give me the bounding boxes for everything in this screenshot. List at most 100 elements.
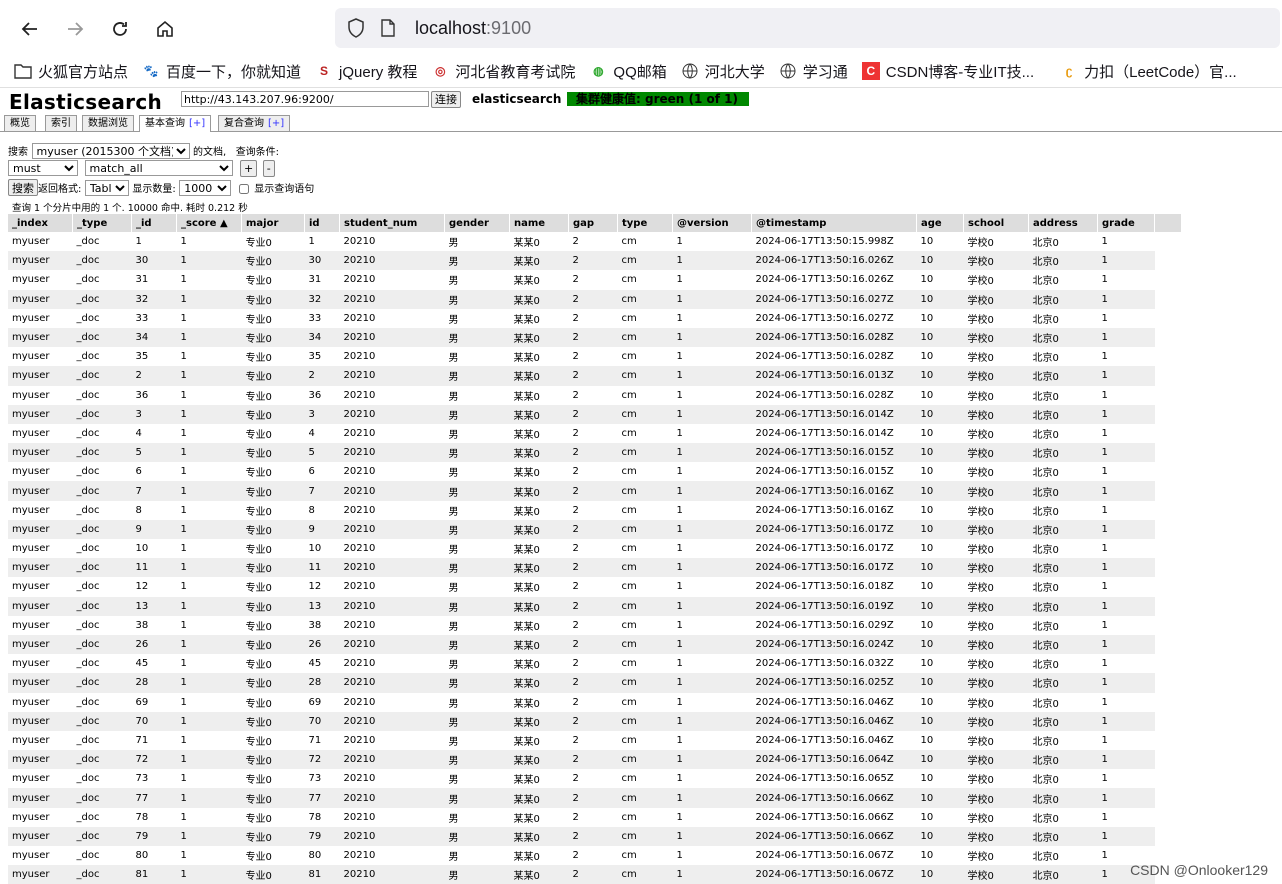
table-cell: 81 xyxy=(131,865,177,884)
table-row[interactable]: myuser _doc 73 1 专业0 73 20210 男 某某0 2 cm 1 2024-06-1… xyxy=(8,769,1182,788)
table-row[interactable]: myuser _doc 11 1 专业0 11 20210 男某某0 2 cm 1 2024-06-1… xyxy=(8,558,1182,578)
search-button[interactable]: 搜索 xyxy=(8,179,38,196)
table-row[interactable]: myuser _doc 35 1 专业0 35 20210 男 某某0 2 cm 1 2024-06-1… xyxy=(8,347,1182,366)
column-header[interactable]: gap xyxy=(568,214,618,232)
tab-1[interactable]: 索引 xyxy=(45,115,77,131)
table-row[interactable]: myuser _doc 79 1 专业0 79 20210 男某某0 2 cm 1 2024-06-1… xyxy=(8,826,1182,846)
table-row[interactable]: myuser _doc 28 1 专业0 28 20210 男某某0 2 cm 1 2024-06-1… xyxy=(8,673,1182,693)
options-row: 搜索 返回格式: Table 显示数量: 1000 显示查询语句 xyxy=(8,179,314,196)
column-header[interactable]: _index xyxy=(8,214,73,232)
table-cell: myuser xyxy=(8,366,73,386)
home-icon[interactable] xyxy=(150,14,180,44)
tab-expand-link[interactable]: [+] xyxy=(189,118,205,129)
column-header[interactable]: _id xyxy=(131,214,177,232)
table-cell: 1 xyxy=(676,466,683,478)
shield-icon[interactable] xyxy=(345,17,367,39)
column-header[interactable]: type xyxy=(617,214,673,232)
table-row[interactable]: myuser _doc 5 1 专业0 5 20210 男某某0 2 cm 1 2024-06-17T… xyxy=(8,443,1182,463)
bookmark-item[interactable]: ʗ 力扣（LeetCode）官... xyxy=(1060,61,1237,82)
table-row[interactable]: myuser _doc 80 1 专业0 80 20210 男 某某0 2 cm 1 2024-06-1… xyxy=(8,846,1182,865)
column-header[interactable]: id xyxy=(304,214,340,232)
table-row[interactable]: myuser _doc 72 1 专业0 72 20210 男某某0 2 cm 1 2024-06-1… xyxy=(8,750,1182,770)
size-select[interactable]: 1000 xyxy=(179,180,232,196)
table-cell: 2024-06-17T13:50:16.029Z xyxy=(755,619,894,631)
table-cell: 1 xyxy=(1101,389,1108,401)
tab-expand-link[interactable]: [+] xyxy=(268,118,284,129)
table-row[interactable]: myuser _doc 1 1 专业0 1 20210 男 某某0 2 cm 1 2024-06-17T… xyxy=(8,232,1182,251)
bool-select[interactable]: must xyxy=(8,160,78,176)
index-select[interactable]: myuser (2015300 个文档) xyxy=(31,143,190,159)
table-row[interactable]: myuser _doc 34 1 专业0 34 20210 男某某0 2 cm 1 2024-06-1… xyxy=(8,327,1182,348)
table-cell: cm xyxy=(617,711,673,731)
add-condition-button[interactable]: + xyxy=(240,160,258,177)
tab-3[interactable]: 基本查询 [+] xyxy=(139,115,212,132)
column-header[interactable]: @version xyxy=(672,214,752,232)
table-row[interactable]: myuser _doc 12 1 专业0 12 20210 男 某某0 2 cm 1 2024-06-1… xyxy=(8,577,1182,596)
match-select[interactable]: match_all xyxy=(84,160,233,176)
column-header[interactable]: name xyxy=(509,214,569,232)
column-header[interactable]: _score ▲ xyxy=(176,214,242,232)
table-cell: 2024-06-17T13:50:16.018Z xyxy=(755,581,894,593)
reload-icon[interactable] xyxy=(105,14,135,44)
table-row[interactable]: myuser _doc 70 1 专业0 70 20210 男某某0 2 cm 1 2024-06-1… xyxy=(8,711,1182,731)
table-row[interactable]: myuser _doc 6 1 专业0 6 20210 男 某某0 2 cm 1 2024-06-17T… xyxy=(8,462,1182,481)
cluster-url-input[interactable] xyxy=(181,91,429,107)
page-icon[interactable] xyxy=(377,17,399,39)
table-row[interactable]: myuser _doc 69 1 专业0 69 20210 男 某某0 2 cm 1 2024-06-1… xyxy=(8,693,1182,712)
column-header[interactable]: _type xyxy=(72,214,132,232)
bookmark-item[interactable]: 学习通 xyxy=(779,61,848,82)
address-bar[interactable]: localhost:9100 xyxy=(335,8,1280,48)
bookmark-item[interactable]: 火狐官方站点 xyxy=(14,61,128,82)
tab-0[interactable]: 概览 xyxy=(4,115,36,131)
bookmark-item[interactable]: C CSDN博客-专业IT技... xyxy=(861,61,1034,82)
back-arrow-icon[interactable] xyxy=(15,14,45,44)
column-header[interactable]: age xyxy=(916,214,964,232)
table-row[interactable]: myuser _doc 81 1 专业0 81 20210 男某某0 2 cm 1 2024-06-1… xyxy=(8,865,1182,884)
table-cell: myuser xyxy=(12,543,50,555)
column-header[interactable]: student_num xyxy=(339,214,445,232)
table-row[interactable]: myuser _doc 31 1 专业0 31 20210 男 某某0 2 cm 1 2024-06-1… xyxy=(8,270,1182,289)
table-cell: myuser xyxy=(12,466,50,478)
column-header[interactable]: school xyxy=(963,214,1029,232)
table-cell: 10 xyxy=(916,251,964,271)
table-row[interactable]: myuser _doc 9 1 专业0 9 20210 男某某0 2 cm 1 2024-06-17T… xyxy=(8,519,1182,539)
tab-4[interactable]: 复合查询 [+] xyxy=(218,115,291,131)
bookmark-item[interactable]: SjQuery 教程 xyxy=(315,61,417,82)
table-cell: 专业0 xyxy=(241,634,305,655)
table-row[interactable]: myuser _doc 33 1 专业0 33 20210 男 某某0 2 cm 1 2024-06-1… xyxy=(8,309,1182,328)
table-row[interactable]: myuser _doc 45 1 专业0 45 20210 男 某某0 2 cm 1 2024-06-1… xyxy=(8,654,1182,673)
tab-2[interactable]: 数据浏览 xyxy=(82,115,134,131)
column-header[interactable]: major xyxy=(241,214,305,232)
table-cell: 2 xyxy=(568,404,618,424)
table-row[interactable]: myuser _doc 10 1 专业0 10 20210 男 某某0 2 cm 1 2024-06-1… xyxy=(8,539,1182,558)
table-row[interactable]: myuser _doc 7 1 专业0 7 20210 男某某0 2 cm 1 2024-06-17T… xyxy=(8,481,1182,501)
connect-button[interactable]: 连接 xyxy=(431,91,461,108)
bookmark-item[interactable]: ◍ QQ邮箱 xyxy=(589,61,667,82)
column-header[interactable]: grade xyxy=(1097,214,1155,232)
remove-condition-button[interactable]: - xyxy=(262,160,275,177)
forward-arrow-icon[interactable] xyxy=(60,14,90,44)
bookmark-item[interactable]: ◎ 河北省教育考试院 xyxy=(431,61,575,82)
show-query-checkbox[interactable] xyxy=(238,184,249,194)
bookmark-item[interactable]: 🐾 百度一下，你就知道 xyxy=(142,61,302,82)
table-row[interactable]: myuser _doc 71 1 专业0 71 20210 男 某某0 2 cm 1 2024-06-1… xyxy=(8,731,1182,750)
table-row[interactable]: myuser _doc 3 1 专业0 3 20210 男某某0 2 cm 1 2024-06-17T… xyxy=(8,404,1182,424)
table-row[interactable]: myuser _doc 36 1 专业0 36 20210 男 某某0 2 cm 1 2024-06-1… xyxy=(8,386,1182,405)
table-row[interactable]: myuser _doc 2 1 专业0 2 20210 男某某0 2 cm 1 2024-06-17T… xyxy=(8,366,1182,386)
column-header[interactable]: address xyxy=(1028,214,1098,232)
format-select[interactable]: Table xyxy=(84,180,129,196)
column-header[interactable]: @timestamp xyxy=(751,214,917,232)
table-row[interactable]: myuser _doc 77 1 专业0 77 20210 男某某0 2 cm 1 2024-06-1… xyxy=(8,788,1182,808)
table-row[interactable]: myuser _doc 32 1 专业0 32 20210 男某某0 2 cm 1 2024-06-1… xyxy=(8,289,1182,309)
table-row[interactable]: myuser _doc 30 1 专业0 30 20210 男某某0 2 cm 1 2024-06-1… xyxy=(8,251,1182,271)
table-row[interactable]: myuser _doc 26 1 专业0 26 20210 男某某0 2 cm 1 2024-06-1… xyxy=(8,634,1182,655)
table-row[interactable]: myuser _doc 8 1 专业0 8 20210 男 某某0 2 cm 1 2024-06-17T… xyxy=(8,501,1182,520)
table-row[interactable]: myuser _doc 78 1 专业0 78 20210 男 某某0 2 cm 1 2024-06-1… xyxy=(8,808,1182,827)
table-row[interactable]: myuser _doc 13 1 专业0 13 20210 男某某0 2 cm 1 2024-06-1… xyxy=(8,596,1182,616)
table-row[interactable]: myuser _doc 4 1 专业0 4 20210 男 某某0 2 cm 1 2024-06-17T… xyxy=(8,424,1182,443)
bookmark-item[interactable]: 河北大学 xyxy=(681,61,765,82)
table-row[interactable]: myuser _doc 38 1 专业0 38 20210 男 某某0 2 cm 1 2024-06-1… xyxy=(8,616,1182,635)
table-cell: _doc xyxy=(72,634,132,655)
column-header[interactable]: gender xyxy=(444,214,510,232)
table-cell: 某某0 xyxy=(509,865,569,884)
